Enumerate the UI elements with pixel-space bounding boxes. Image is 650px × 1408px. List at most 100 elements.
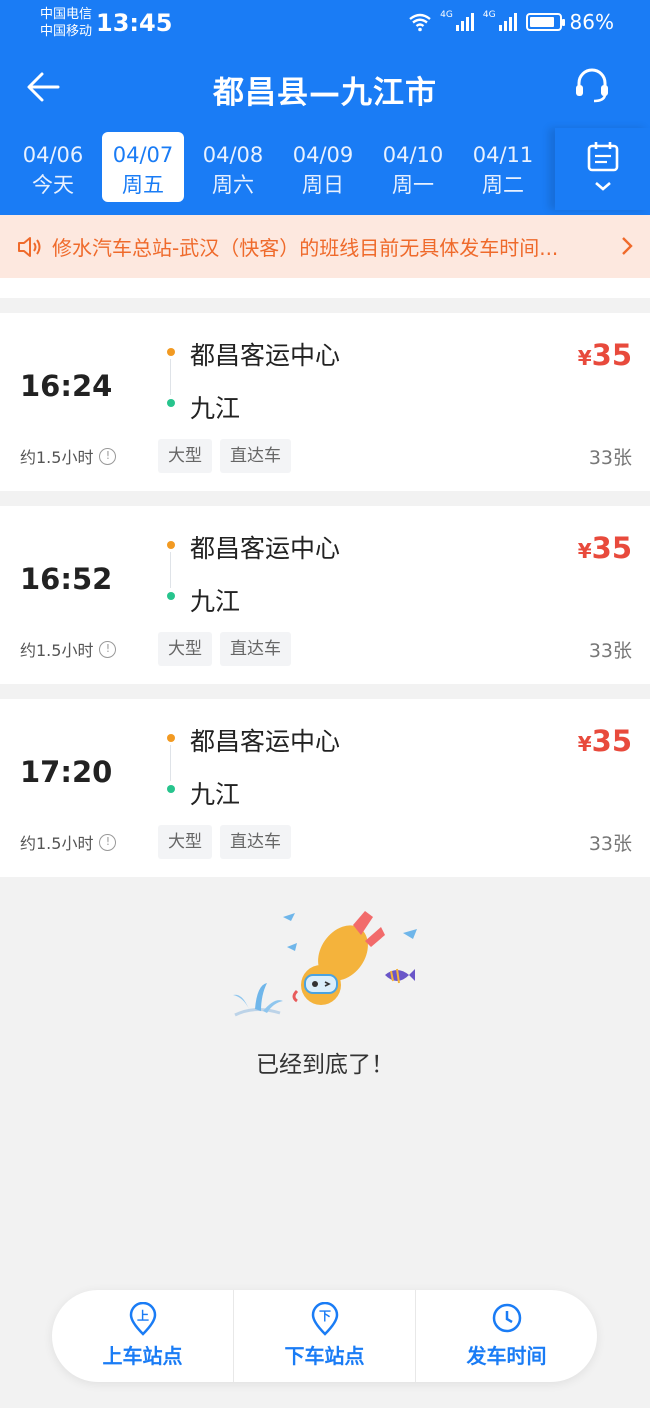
trip-card[interactable]: 16:24 都昌客运中心 九江 ¥35 约1.5小时! 大型 直达车 33张 bbox=[0, 313, 650, 491]
tickets-left: 33张 bbox=[588, 447, 632, 469]
customer-service-button[interactable] bbox=[572, 65, 616, 109]
bottom-nav-label: 发车时间 bbox=[466, 1344, 547, 1368]
date-tab-weekday: 周六 bbox=[212, 173, 254, 197]
date-tab-date: 04/06 bbox=[22, 143, 84, 167]
departure-time: 16:24 bbox=[20, 369, 113, 403]
ticket-price: ¥35 bbox=[578, 531, 632, 565]
location-icon-char: 下 bbox=[318, 1309, 330, 1323]
origin-dot bbox=[167, 348, 175, 356]
bottom-filter-bar: 上上车站点下下车站点 发车时间 bbox=[52, 1290, 597, 1382]
destination-dot bbox=[167, 399, 175, 407]
departure-time: 17:20 bbox=[20, 755, 113, 789]
dropoff-location-icon: 下 bbox=[311, 1302, 338, 1336]
date-tab-weekday: 周一 bbox=[392, 173, 434, 197]
date-tab[interactable]: 04/08 周六 bbox=[188, 132, 278, 202]
route-line bbox=[170, 552, 171, 588]
speaker-icon bbox=[18, 236, 41, 257]
end-of-list-text: 已经到底了！ bbox=[256, 1052, 394, 1078]
price-value: 35 bbox=[591, 724, 632, 758]
network-label-1: 4G bbox=[440, 10, 453, 20]
bus-type-tag: 大型 bbox=[158, 439, 212, 473]
diver-mascot-illustration bbox=[233, 911, 417, 1017]
info-icon[interactable]: ! bbox=[99, 447, 117, 465]
date-tabs: 04/06 今天 04/07 周五 04/08 周六 04/09 周日 04/10 周一 04/11… bbox=[0, 132, 555, 206]
date-tab-weekday: 周二 bbox=[482, 173, 524, 197]
signal-icon-2 bbox=[498, 13, 517, 31]
page-title: 都昌县—九江市 bbox=[213, 75, 437, 111]
destination-dot bbox=[167, 785, 175, 793]
destination-dot bbox=[167, 592, 175, 600]
date-tab-date: 04/09 bbox=[292, 143, 354, 167]
date-tab[interactable]: 04/10 周一 bbox=[368, 132, 458, 202]
date-tab[interactable]: 04/11 周二 bbox=[458, 132, 548, 202]
date-tab-weekday: 周五 bbox=[122, 173, 164, 197]
price-value: 35 bbox=[591, 531, 632, 565]
status-bar: 中国电信 中国移动 13:45 4G 4G 86% bbox=[0, 0, 650, 48]
header-bar: 中国电信 中国移动 13:45 4G 4G 86% 都昌县—九江市 04/06 … bbox=[0, 0, 650, 215]
date-tab-date: 04/07 bbox=[112, 143, 174, 167]
date-tab-date: 04/10 bbox=[382, 143, 444, 167]
date-tab-weekday: 今天 bbox=[32, 173, 74, 197]
date-tab[interactable]: 04/09 周日 bbox=[278, 132, 368, 202]
battery-fill bbox=[529, 17, 554, 27]
trip-duration: 约1.5小时! bbox=[20, 637, 117, 661]
calendar-icon bbox=[587, 142, 619, 191]
pickup-station-button[interactable]: 上上车站点 bbox=[52, 1290, 233, 1382]
location-icon-char: 上 bbox=[136, 1308, 148, 1323]
trip-duration: 约1.5小时! bbox=[20, 444, 117, 468]
clock-icon bbox=[492, 1303, 521, 1333]
notice-text: 修水汽车总站-武汉（快客）的班线目前无具体发车时间... bbox=[52, 236, 559, 260]
date-tab-date: 04/08 bbox=[202, 143, 264, 167]
info-icon[interactable]: ! bbox=[99, 833, 117, 851]
departure-time-button[interactable]: 发车时间 bbox=[415, 1290, 597, 1382]
date-tab[interactable]: 04/06 今天 bbox=[8, 132, 98, 202]
tickets-left: 33张 bbox=[588, 833, 632, 855]
battery-icon bbox=[525, 13, 565, 31]
tickets-left: 33张 bbox=[588, 640, 632, 662]
bottom-nav-label: 上车站点 bbox=[102, 1344, 183, 1368]
destination-station: 九江 bbox=[190, 780, 241, 809]
route-line bbox=[170, 745, 171, 781]
date-tab-date: 04/11 bbox=[472, 143, 534, 167]
pickup-location-icon: 上 bbox=[129, 1302, 156, 1336]
network-label-2: 4G bbox=[482, 10, 496, 20]
duration-text: 约1.5小时 bbox=[20, 448, 94, 467]
bus-type-tag: 大型 bbox=[158, 825, 212, 859]
calendar-button[interactable] bbox=[555, 128, 650, 210]
direct-tag: 直达车 bbox=[220, 632, 291, 666]
ticket-price: ¥35 bbox=[578, 338, 632, 372]
info-icon[interactable]: ! bbox=[99, 640, 117, 658]
carrier-1: 中国电信 bbox=[40, 7, 93, 22]
direct-tag: 直达车 bbox=[220, 439, 291, 473]
carrier-info: 中国电信 中国移动 bbox=[40, 6, 92, 40]
bus-type-tag: 大型 bbox=[158, 632, 212, 666]
currency-symbol: ¥ bbox=[577, 346, 592, 370]
date-tab[interactable]: 04/07 周五 bbox=[102, 132, 184, 202]
ticket-price: ¥35 bbox=[578, 724, 632, 758]
origin-dot bbox=[167, 541, 175, 549]
notice-banner[interactable]: 修水汽车总站-武汉（快客）的班线目前无具体发车时间... bbox=[0, 215, 650, 278]
destination-station: 九江 bbox=[190, 587, 241, 616]
origin-station: 都昌客运中心 bbox=[190, 341, 341, 370]
headset-icon bbox=[576, 68, 608, 103]
carrier-2: 中国移动 bbox=[40, 24, 93, 39]
chevron-right-icon bbox=[622, 237, 633, 255]
trip-duration: 约1.5小时! bbox=[20, 830, 117, 854]
price-value: 35 bbox=[591, 338, 632, 372]
departure-time: 16:52 bbox=[20, 562, 113, 596]
status-indicators: 4G 4G 86% bbox=[408, 10, 614, 34]
origin-station: 都昌客运中心 bbox=[190, 534, 341, 563]
date-tab-weekday: 周日 bbox=[302, 173, 344, 197]
dropoff-station-button[interactable]: 下下车站点 bbox=[233, 1290, 415, 1382]
bottom-nav-label: 下车站点 bbox=[284, 1344, 365, 1368]
battery-percent: 86% bbox=[569, 10, 614, 34]
route-line bbox=[170, 359, 171, 395]
status-time: 13:45 bbox=[96, 9, 173, 37]
trip-card[interactable]: 16:52 都昌客运中心 九江 ¥35 约1.5小时! 大型 直达车 33张 bbox=[0, 506, 650, 684]
direct-tag: 直达车 bbox=[220, 825, 291, 859]
origin-dot bbox=[167, 734, 175, 742]
signal-icon bbox=[455, 13, 474, 31]
duration-text: 约1.5小时 bbox=[20, 641, 94, 660]
trip-card[interactable]: 17:20 都昌客运中心 九江 ¥35 约1.5小时! 大型 直达车 33张 bbox=[0, 699, 650, 877]
origin-station: 都昌客运中心 bbox=[190, 727, 341, 756]
